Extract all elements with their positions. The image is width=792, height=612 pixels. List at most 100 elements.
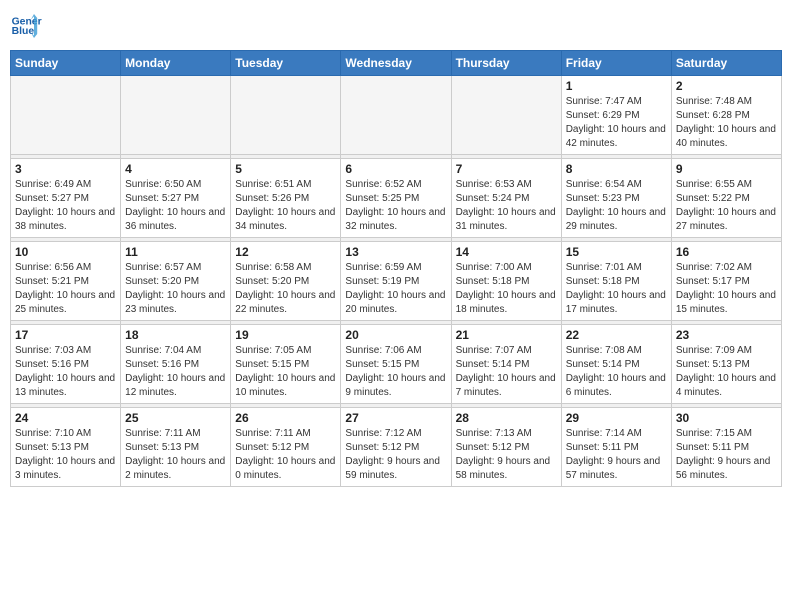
day-number: 7 xyxy=(456,162,557,176)
day-number: 2 xyxy=(676,79,777,93)
day-info: Sunrise: 6:49 AM Sunset: 5:27 PM Dayligh… xyxy=(15,178,116,234)
day-number: 10 xyxy=(15,245,116,259)
calendar-day-cell: 30 Sunrise: 7:15 AM Sunset: 5:11 PM Dayli… xyxy=(671,408,781,487)
calendar-week-row: 17 Sunrise: 7:03 AM Sunset: 5:16 PM Dayli… xyxy=(11,325,782,404)
calendar-week-row: 24Sunrise: 7:10 AM Sunset: 5:13 PM Dayli… xyxy=(11,408,782,487)
day-number: 16 xyxy=(676,245,777,259)
day-info: Sunrise: 7:05 AM Sunset: 5:15 PM Dayligh… xyxy=(235,344,336,400)
calendar-day-cell: 4Sunrise: 6:50 AM Sunset: 5:27 PM Daylig… xyxy=(121,159,231,238)
day-number: 12 xyxy=(235,245,336,259)
calendar-day-cell: 22 Sunrise: 7:08 AM Sunset: 5:14 PM Dayli… xyxy=(561,325,671,404)
calendar-day-cell: 18 Sunrise: 7:04 AM Sunset: 5:16 PM Dayli… xyxy=(121,325,231,404)
calendar-day-cell: 7 Sunrise: 6:53 AM Sunset: 5:24 PM Daylig… xyxy=(451,159,561,238)
calendar-day-cell: 9 Sunrise: 6:55 AM Sunset: 5:22 PM Daylig… xyxy=(671,159,781,238)
day-info: Sunrise: 6:52 AM Sunset: 5:25 PM Dayligh… xyxy=(345,178,446,234)
day-number: 26 xyxy=(235,411,336,425)
calendar-day-cell: 11 Sunrise: 6:57 AM Sunset: 5:20 PM Dayli… xyxy=(121,242,231,321)
day-info: Sunrise: 7:01 AM Sunset: 5:18 PM Dayligh… xyxy=(566,261,667,317)
day-number: 27 xyxy=(345,411,446,425)
day-info: Sunrise: 6:57 AM Sunset: 5:20 PM Dayligh… xyxy=(125,261,226,317)
calendar-day-cell: 1 Sunrise: 7:47 AM Sunset: 6:29 PM Daylig… xyxy=(561,76,671,155)
day-info: Sunrise: 6:51 AM Sunset: 5:26 PM Dayligh… xyxy=(235,178,336,234)
day-number: 18 xyxy=(125,328,226,342)
calendar-day-cell xyxy=(231,76,341,155)
day-number: 13 xyxy=(345,245,446,259)
calendar-day-cell: 15 Sunrise: 7:01 AM Sunset: 5:18 PM Dayli… xyxy=(561,242,671,321)
day-info: Sunrise: 7:48 AM Sunset: 6:28 PM Dayligh… xyxy=(676,95,777,151)
day-info: Sunrise: 6:59 AM Sunset: 5:19 PM Dayligh… xyxy=(345,261,446,317)
day-info: Sunrise: 6:58 AM Sunset: 5:20 PM Dayligh… xyxy=(235,261,336,317)
day-info: Sunrise: 7:00 AM Sunset: 5:18 PM Dayligh… xyxy=(456,261,557,317)
calendar-day-cell: 14 Sunrise: 7:00 AM Sunset: 5:18 PM Dayli… xyxy=(451,242,561,321)
calendar-header-row: SundayMondayTuesdayWednesdayThursdayFrid… xyxy=(11,51,782,76)
day-info: Sunrise: 7:03 AM Sunset: 5:16 PM Dayligh… xyxy=(15,344,116,400)
calendar-day-cell: 12 Sunrise: 6:58 AM Sunset: 5:20 PM Dayli… xyxy=(231,242,341,321)
day-info: Sunrise: 7:02 AM Sunset: 5:17 PM Dayligh… xyxy=(676,261,777,317)
calendar-day-cell: 16 Sunrise: 7:02 AM Sunset: 5:17 PM Dayli… xyxy=(671,242,781,321)
day-number: 4 xyxy=(125,162,226,176)
calendar-day-cell: 19 Sunrise: 7:05 AM Sunset: 5:15 PM Dayli… xyxy=(231,325,341,404)
day-number: 20 xyxy=(345,328,446,342)
calendar-day-cell: 21 Sunrise: 7:07 AM Sunset: 5:14 PM Dayli… xyxy=(451,325,561,404)
calendar-table: SundayMondayTuesdayWednesdayThursdayFrid… xyxy=(10,50,782,487)
calendar-day-cell: 2 Sunrise: 7:48 AM Sunset: 6:28 PM Daylig… xyxy=(671,76,781,155)
calendar-day-cell xyxy=(121,76,231,155)
logo-icon: General Blue xyxy=(10,10,42,42)
day-number: 3 xyxy=(15,162,116,176)
weekday-header: Sunday xyxy=(11,51,121,76)
day-number: 21 xyxy=(456,328,557,342)
day-info: Sunrise: 7:11 AM Sunset: 5:12 PM Dayligh… xyxy=(235,427,336,483)
calendar-day-cell: 29 Sunrise: 7:14 AM Sunset: 5:11 PM Dayli… xyxy=(561,408,671,487)
day-number: 14 xyxy=(456,245,557,259)
day-number: 15 xyxy=(566,245,667,259)
page-header: General Blue xyxy=(10,10,782,42)
calendar-week-row: 1 Sunrise: 7:47 AM Sunset: 6:29 PM Daylig… xyxy=(11,76,782,155)
weekday-header: Tuesday xyxy=(231,51,341,76)
day-number: 25 xyxy=(125,411,226,425)
day-info: Sunrise: 6:53 AM Sunset: 5:24 PM Dayligh… xyxy=(456,178,557,234)
day-info: Sunrise: 7:07 AM Sunset: 5:14 PM Dayligh… xyxy=(456,344,557,400)
day-number: 1 xyxy=(566,79,667,93)
day-number: 30 xyxy=(676,411,777,425)
day-number: 9 xyxy=(676,162,777,176)
day-info: Sunrise: 6:54 AM Sunset: 5:23 PM Dayligh… xyxy=(566,178,667,234)
calendar-day-cell: 10 Sunrise: 6:56 AM Sunset: 5:21 PM Dayli… xyxy=(11,242,121,321)
calendar-day-cell xyxy=(11,76,121,155)
calendar-week-row: 10 Sunrise: 6:56 AM Sunset: 5:21 PM Dayli… xyxy=(11,242,782,321)
day-info: Sunrise: 6:56 AM Sunset: 5:21 PM Dayligh… xyxy=(15,261,116,317)
calendar-day-cell: 5Sunrise: 6:51 AM Sunset: 5:26 PM Daylig… xyxy=(231,159,341,238)
calendar-day-cell: 25 Sunrise: 7:11 AM Sunset: 5:13 PM Dayli… xyxy=(121,408,231,487)
day-number: 19 xyxy=(235,328,336,342)
day-info: Sunrise: 7:47 AM Sunset: 6:29 PM Dayligh… xyxy=(566,95,667,151)
day-info: Sunrise: 7:06 AM Sunset: 5:15 PM Dayligh… xyxy=(345,344,446,400)
day-info: Sunrise: 7:04 AM Sunset: 5:16 PM Dayligh… xyxy=(125,344,226,400)
day-info: Sunrise: 6:55 AM Sunset: 5:22 PM Dayligh… xyxy=(676,178,777,234)
calendar-day-cell: 26 Sunrise: 7:11 AM Sunset: 5:12 PM Dayli… xyxy=(231,408,341,487)
calendar-week-row: 3 Sunrise: 6:49 AM Sunset: 5:27 PM Daylig… xyxy=(11,159,782,238)
svg-text:Blue: Blue xyxy=(12,26,35,37)
day-number: 17 xyxy=(15,328,116,342)
day-info: Sunrise: 7:12 AM Sunset: 5:12 PM Dayligh… xyxy=(345,427,446,483)
day-info: Sunrise: 7:14 AM Sunset: 5:11 PM Dayligh… xyxy=(566,427,667,483)
day-info: Sunrise: 7:15 AM Sunset: 5:11 PM Dayligh… xyxy=(676,427,777,483)
day-number: 24 xyxy=(15,411,116,425)
calendar-day-cell: 17 Sunrise: 7:03 AM Sunset: 5:16 PM Dayli… xyxy=(11,325,121,404)
day-number: 8 xyxy=(566,162,667,176)
calendar-day-cell: 23Sunrise: 7:09 AM Sunset: 5:13 PM Dayli… xyxy=(671,325,781,404)
day-number: 22 xyxy=(566,328,667,342)
weekday-header: Saturday xyxy=(671,51,781,76)
weekday-header: Friday xyxy=(561,51,671,76)
calendar-day-cell: 20 Sunrise: 7:06 AM Sunset: 5:15 PM Dayli… xyxy=(341,325,451,404)
calendar-day-cell: 28Sunrise: 7:13 AM Sunset: 5:12 PM Dayli… xyxy=(451,408,561,487)
calendar-day-cell: 27 Sunrise: 7:12 AM Sunset: 5:12 PM Dayli… xyxy=(341,408,451,487)
logo: General Blue xyxy=(10,10,42,42)
calendar-day-cell: 24Sunrise: 7:10 AM Sunset: 5:13 PM Dayli… xyxy=(11,408,121,487)
day-info: Sunrise: 7:11 AM Sunset: 5:13 PM Dayligh… xyxy=(125,427,226,483)
day-number: 11 xyxy=(125,245,226,259)
weekday-header: Wednesday xyxy=(341,51,451,76)
calendar-day-cell: 3 Sunrise: 6:49 AM Sunset: 5:27 PM Daylig… xyxy=(11,159,121,238)
calendar-day-cell: 13 Sunrise: 6:59 AM Sunset: 5:19 PM Dayli… xyxy=(341,242,451,321)
day-info: Sunrise: 7:08 AM Sunset: 5:14 PM Dayligh… xyxy=(566,344,667,400)
day-number: 29 xyxy=(566,411,667,425)
day-info: Sunrise: 7:09 AM Sunset: 5:13 PM Dayligh… xyxy=(676,344,777,400)
